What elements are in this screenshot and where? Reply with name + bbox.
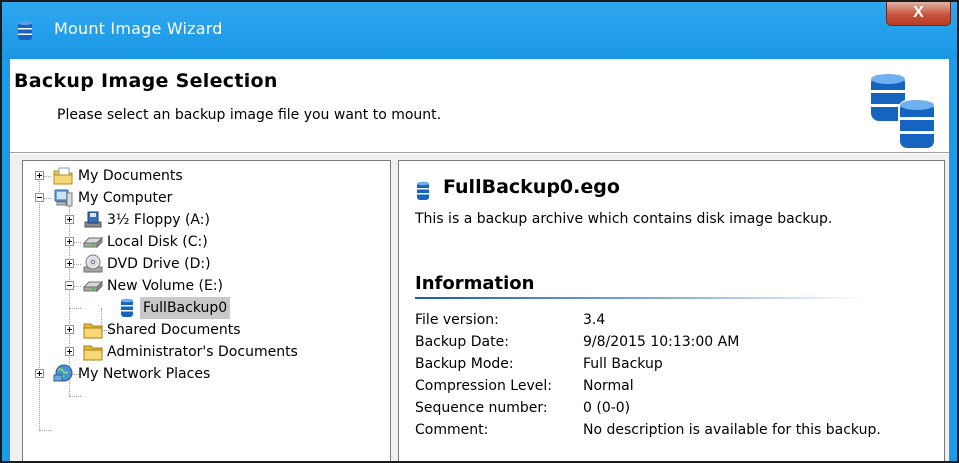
info-key: Backup Date: (415, 334, 509, 350)
tree-item-floppy-a[interactable]: 3½ Floppy (A:) (23, 209, 383, 231)
database-icon (18, 21, 32, 40)
folder-icon (83, 323, 103, 339)
information-heading: Information (415, 273, 535, 294)
info-key: Sequence number: (415, 400, 548, 416)
info-value: 3.4 (583, 312, 606, 328)
dvd-drive-icon (83, 254, 103, 273)
tree-item-label: 3½ Floppy (A:) (107, 212, 210, 228)
database-stack-icon (871, 74, 936, 150)
tree-item-label: Local Disk (C:) (107, 234, 208, 250)
page-title: Backup Image Selection (14, 70, 278, 92)
info-value: 9/8/2015 10:13:00 AM (583, 334, 740, 350)
hard-disk-icon (83, 236, 103, 249)
tree-item-administrators-documents[interactable]: Administrator's Documents (23, 341, 383, 363)
tree-item-label: DVD Drive (D:) (107, 256, 211, 272)
expand-icon[interactable] (65, 215, 74, 224)
info-key: Backup Mode: (415, 356, 514, 372)
expand-icon[interactable] (65, 237, 74, 246)
info-value: Normal (583, 378, 634, 394)
documents-folder-icon (53, 167, 73, 185)
info-key: Comment: (415, 422, 489, 438)
tree-item-dvd-drive-d[interactable]: DVD Drive (D:) (23, 253, 383, 275)
backup-details-panel: FullBackup0.ego This is a backup archive… (398, 160, 945, 461)
tree-item-my-computer[interactable]: My Computer (23, 187, 383, 209)
floppy-drive-icon (84, 211, 102, 228)
window-title: Mount Image Wizard (54, 19, 223, 38)
info-value: Full Backup (583, 356, 663, 372)
heading-divider (415, 297, 865, 299)
close-button[interactable]: X (886, 2, 951, 26)
tree-item-label: My Computer (78, 190, 173, 206)
expand-icon[interactable] (65, 347, 74, 356)
info-value: 0 (0-0) (583, 400, 631, 416)
tree-item-label: FullBackup0 (140, 297, 231, 319)
tree-item-new-volume-e[interactable]: New Volume (E:) (23, 275, 383, 297)
backup-file-name: FullBackup0.ego (443, 176, 620, 198)
database-icon (121, 298, 133, 317)
expand-icon[interactable] (35, 369, 44, 378)
collapse-icon[interactable] (65, 281, 74, 290)
folder-icon (83, 345, 103, 361)
tree-item-my-network-places[interactable]: My Network Places (23, 363, 383, 385)
collapse-icon[interactable] (35, 193, 44, 202)
database-icon (417, 181, 429, 200)
title-bar[interactable]: Mount Image Wizard X (2, 2, 957, 59)
expand-icon[interactable] (35, 171, 44, 180)
hard-disk-icon (83, 280, 103, 293)
tree-item-label: My Documents (78, 168, 183, 184)
network-icon (53, 364, 73, 382)
tree-item-label: New Volume (E:) (107, 278, 223, 294)
folder-tree[interactable]: My Documents My Computer 3½ Floppy (A:) … (22, 160, 391, 461)
tree-item-local-disk-c[interactable]: Local Disk (C:) (23, 231, 383, 253)
mount-image-wizard-window: Mount Image Wizard X Backup Image Select… (0, 0, 959, 463)
wizard-header: Backup Image Selection Please select an … (10, 59, 949, 153)
wizard-body: My Documents My Computer 3½ Floppy (A:) … (10, 153, 949, 461)
page-subtitle: Please select an backup image file you w… (57, 107, 442, 123)
backup-description: This is a backup archive which contains … (415, 211, 833, 227)
tree-item-my-documents[interactable]: My Documents (23, 165, 383, 187)
tree-item-label: Shared Documents (107, 322, 241, 338)
info-value: No description is available for this bac… (583, 422, 881, 438)
info-key: Compression Level: (415, 378, 552, 394)
tree-item-shared-documents[interactable]: Shared Documents (23, 319, 383, 341)
wizard-client-area: Backup Image Selection Please select an … (10, 59, 949, 461)
tree-item-label: Administrator's Documents (107, 344, 298, 360)
close-icon: X (913, 4, 924, 21)
info-key: File version: (415, 312, 499, 328)
expand-icon[interactable] (65, 325, 74, 334)
tree-item-label: My Network Places (78, 366, 211, 382)
computer-icon (54, 189, 73, 207)
expand-icon[interactable] (65, 259, 74, 268)
tree-item-fullbackup0[interactable]: FullBackup0 (23, 297, 383, 319)
